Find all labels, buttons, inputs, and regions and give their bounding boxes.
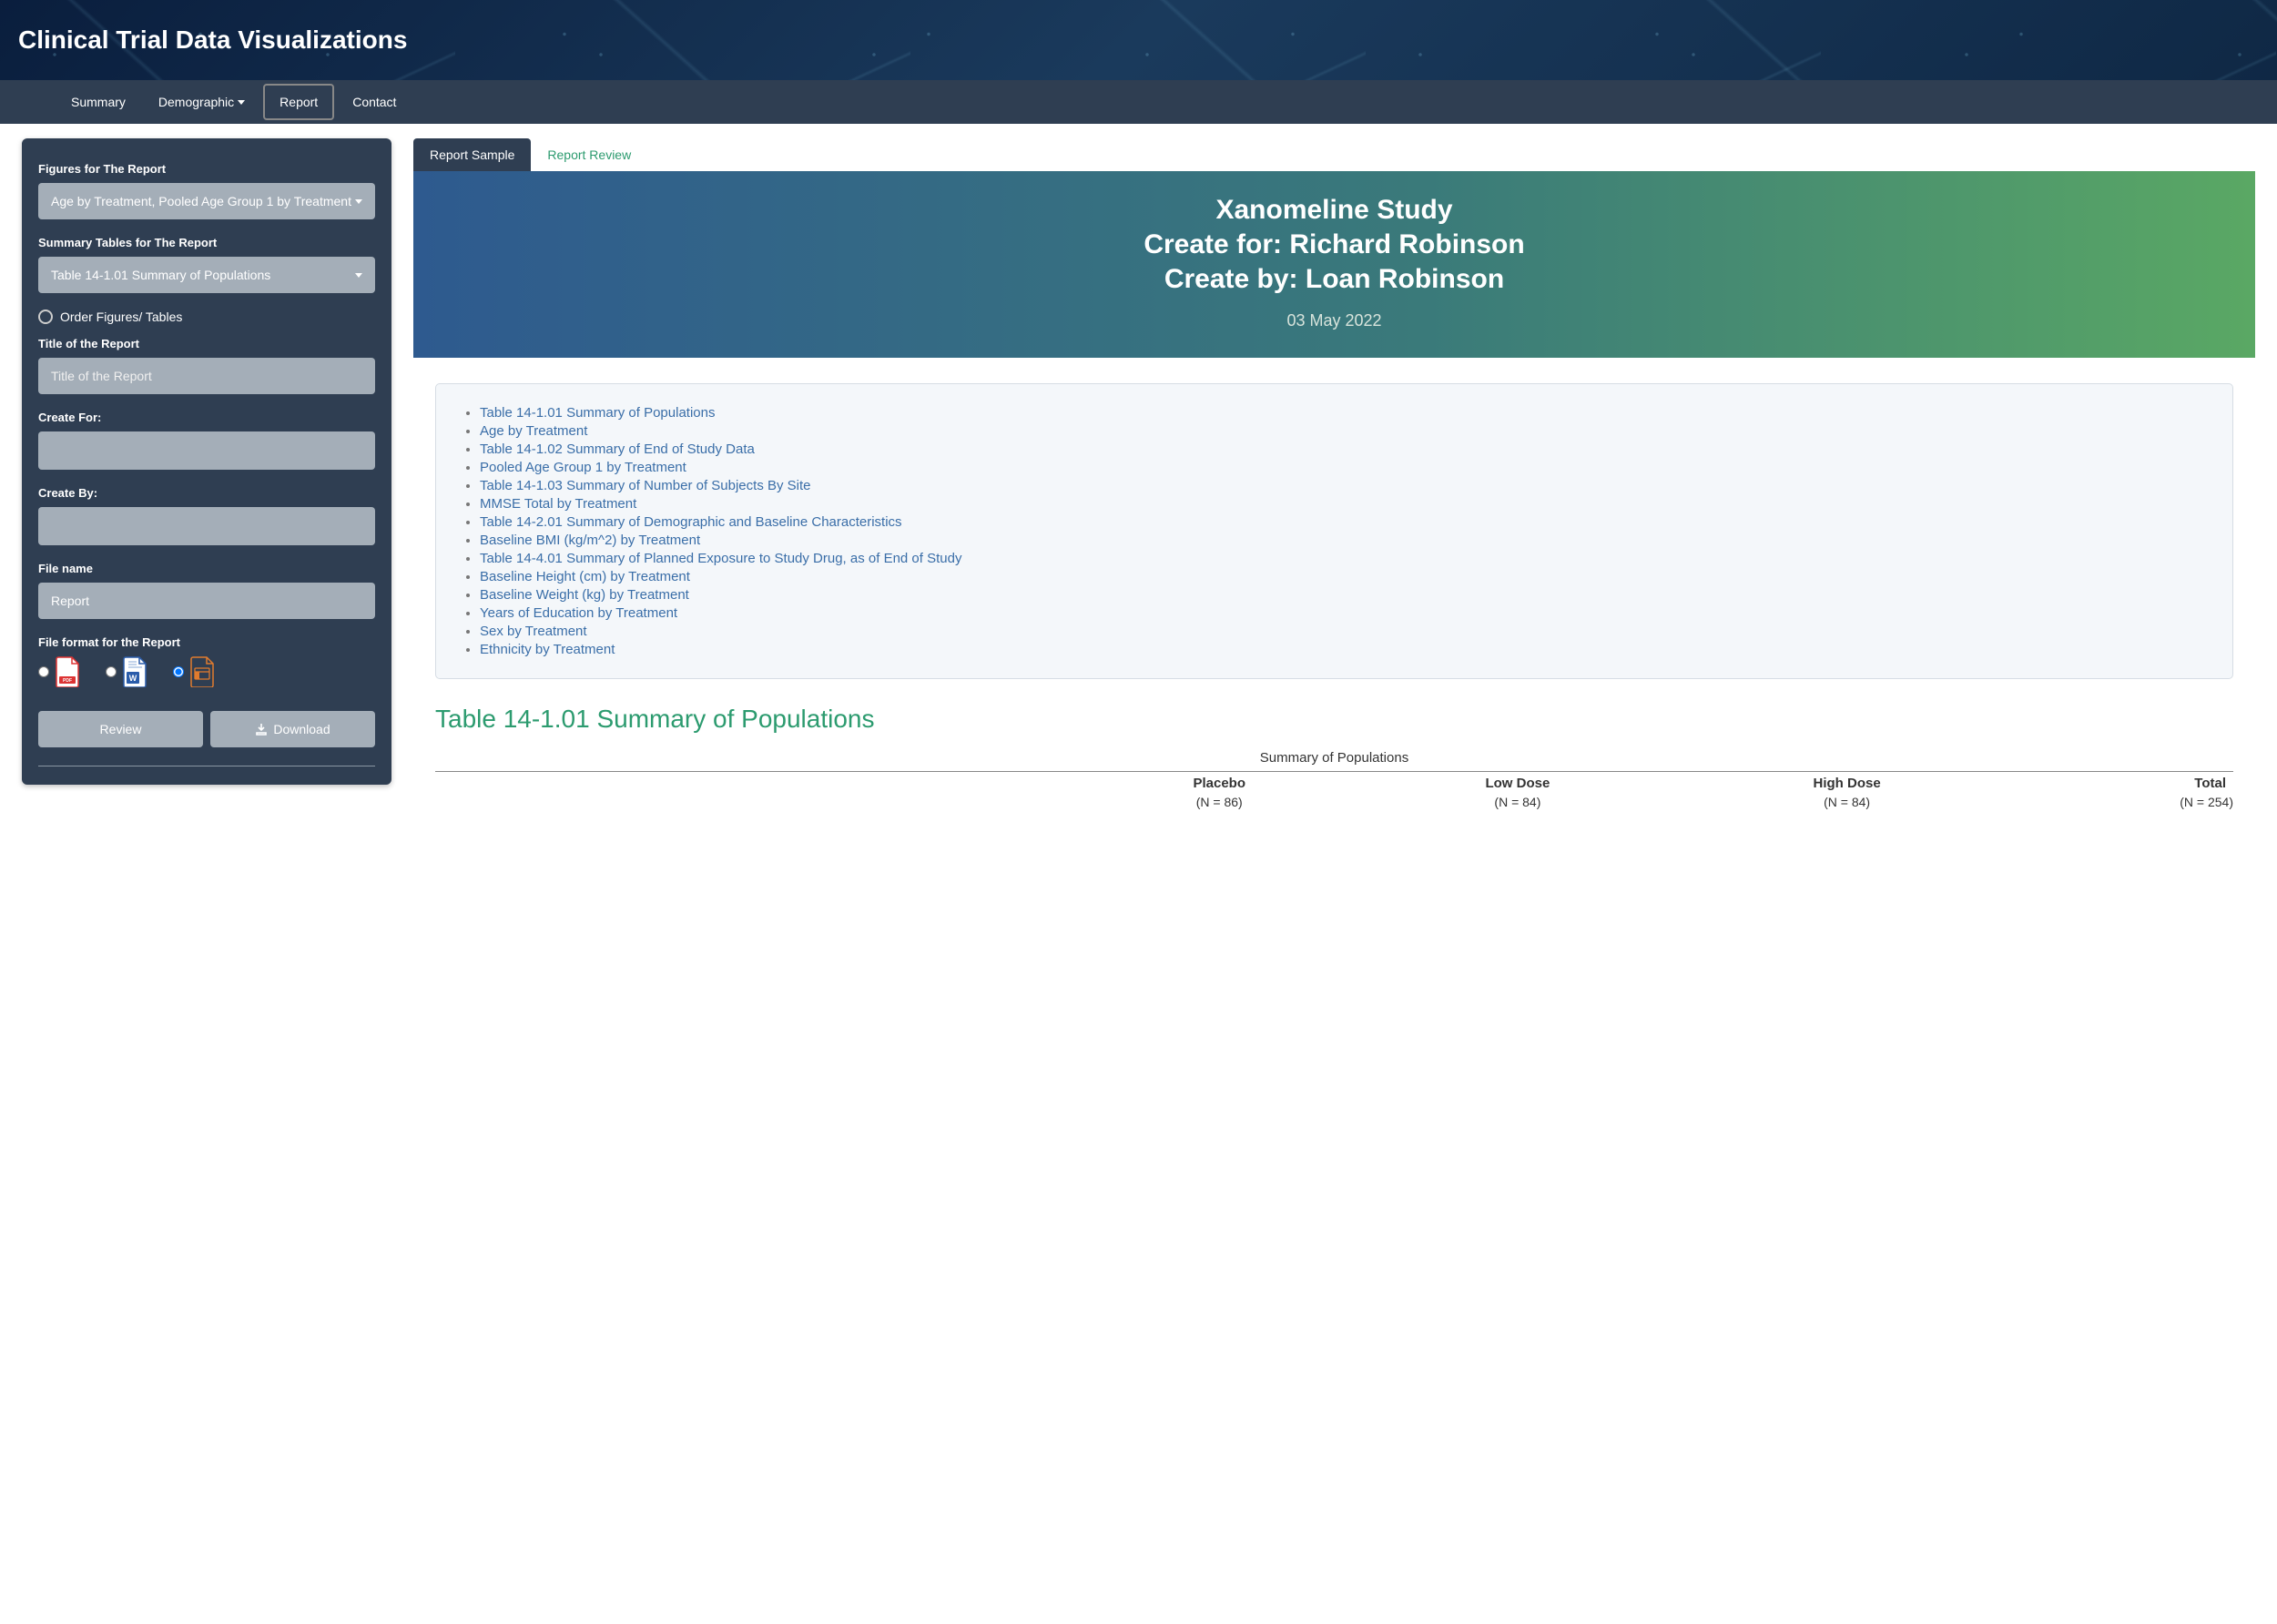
col-header: Placebo	[1083, 772, 1356, 796]
populations-table: Placebo Low Dose High Dose Total (N = 86…	[435, 771, 2233, 815]
summary-tables-select-value: Table 14-1.01 Summary of Populations	[51, 268, 270, 282]
toc-link[interactable]: Baseline BMI (kg/m^2) by Treatment	[480, 533, 700, 548]
word-file-icon: W	[122, 656, 147, 687]
filename-input[interactable]	[38, 583, 375, 619]
fileformat-word-radio[interactable]	[106, 666, 117, 677]
toc-link[interactable]: Table 14-4.01 Summary of Planned Exposur…	[480, 551, 961, 566]
nav-demographic-label: Demographic	[158, 95, 234, 109]
download-button[interactable]: Download	[210, 711, 375, 747]
caret-down-icon	[238, 100, 245, 105]
order-figures-label: Order Figures/ Tables	[60, 310, 182, 324]
radio-unchecked-icon	[38, 310, 53, 324]
report-title-banner: Xanomeline Study Create for: Richard Rob…	[413, 171, 2255, 358]
tab-report-review-label: Report Review	[547, 147, 631, 162]
toc-item: MMSE Total by Treatment	[480, 496, 2207, 512]
fileformat-html-radio[interactable]	[173, 666, 184, 677]
fileformat-label: File format for the Report	[38, 635, 375, 649]
svg-text:W: W	[129, 674, 137, 683]
report-date: 03 May 2022	[432, 311, 2237, 330]
report-content: Report Sample Report Review Xanomeline S…	[413, 138, 2255, 815]
create-by-label: Create By:	[38, 486, 375, 500]
toc-item: Pooled Age Group 1 by Treatment	[480, 460, 2207, 475]
caret-down-icon	[355, 273, 362, 278]
toc-link[interactable]: Pooled Age Group 1 by Treatment	[480, 460, 686, 475]
nav-summary[interactable]: Summary	[55, 80, 142, 124]
toc-item: Years of Education by Treatment	[480, 605, 2207, 621]
toc-item: Table 14-1.02 Summary of End of Study Da…	[480, 442, 2207, 457]
toc-item: Table 14-2.01 Summary of Demographic and…	[480, 514, 2207, 530]
report-tabs: Report Sample Report Review	[413, 138, 2255, 171]
tab-report-sample-label: Report Sample	[430, 147, 514, 162]
toc-item: Baseline Height (cm) by Treatment	[480, 569, 2207, 584]
app-header-banner: Clinical Trial Data Visualizations	[0, 0, 2277, 80]
toc-item: Table 14-1.01 Summary of Populations	[480, 405, 2207, 421]
toc-item: Age by Treatment	[480, 423, 2207, 439]
toc-item: Baseline Weight (kg) by Treatment	[480, 587, 2207, 603]
figures-select-value: Age by Treatment, Pooled Age Group 1 by …	[51, 194, 351, 208]
filename-label: File name	[38, 562, 375, 575]
toc-link[interactable]: Age by Treatment	[480, 423, 587, 439]
toc-link[interactable]: Table 14-1.03 Summary of Number of Subje…	[480, 478, 811, 493]
tab-report-review[interactable]: Report Review	[531, 138, 647, 171]
populations-table-wrap: Summary of Populations Placebo Low Dose …	[435, 750, 2233, 815]
toc-link[interactable]: Baseline Height (cm) by Treatment	[480, 569, 690, 584]
report-create-by: Create by: Loan Robinson	[432, 264, 2237, 295]
col-header: Total	[2015, 772, 2233, 796]
toc-link[interactable]: Sex by Treatment	[480, 624, 587, 639]
section-title: Table 14-1.01 Summary of Populations	[435, 705, 2233, 734]
toc-link[interactable]: Table 14-1.01 Summary of Populations	[480, 405, 715, 421]
report-create-for: Create for: Richard Robinson	[432, 229, 2237, 260]
title-input[interactable]	[38, 358, 375, 394]
col-subheader: (N = 84)	[1679, 795, 2015, 815]
svg-text:PDF: PDF	[63, 678, 72, 684]
toc-item: Table 14-1.03 Summary of Number of Subje…	[480, 478, 2207, 493]
html-file-icon	[189, 656, 215, 687]
review-button-label: Review	[100, 722, 142, 736]
app-title: Clinical Trial Data Visualizations	[18, 25, 2259, 55]
create-for-input[interactable]	[38, 431, 375, 470]
order-figures-toggle[interactable]: Order Figures/ Tables	[38, 310, 375, 324]
table-caption: Summary of Populations	[435, 750, 2233, 766]
report-study-title: Xanomeline Study	[432, 195, 2237, 226]
fileformat-pdf-radio[interactable]	[38, 666, 49, 677]
nav-report-label: Report	[280, 95, 318, 109]
table-of-contents: Table 14-1.01 Summary of Populations Age …	[435, 383, 2233, 679]
col-header: High Dose	[1679, 772, 2015, 796]
figures-select[interactable]: Age by Treatment, Pooled Age Group 1 by …	[38, 183, 375, 219]
create-by-input[interactable]	[38, 507, 375, 545]
col-header: Low Dose	[1356, 772, 1679, 796]
col-subheader: (N = 86)	[1083, 795, 1356, 815]
toc-link[interactable]: MMSE Total by Treatment	[480, 496, 636, 512]
toc-item: Table 14-4.01 Summary of Planned Exposur…	[480, 551, 2207, 566]
summary-tables-label: Summary Tables for The Report	[38, 236, 375, 249]
title-label: Title of the Report	[38, 337, 375, 350]
download-button-label: Download	[273, 722, 330, 736]
toc-link[interactable]: Baseline Weight (kg) by Treatment	[480, 587, 689, 603]
create-for-label: Create For:	[38, 411, 375, 424]
pdf-file-icon: PDF	[55, 656, 80, 687]
figures-label: Figures for The Report	[38, 162, 375, 176]
nav-contact[interactable]: Contact	[336, 80, 412, 124]
tab-report-sample[interactable]: Report Sample	[413, 138, 531, 171]
download-icon	[255, 723, 268, 736]
review-button[interactable]: Review	[38, 711, 203, 747]
col-subheader: (N = 254)	[2015, 795, 2233, 815]
nav-report[interactable]: Report	[263, 84, 334, 120]
toc-item: Ethnicity by Treatment	[480, 642, 2207, 657]
toc-link[interactable]: Years of Education by Treatment	[480, 605, 677, 621]
col-subheader: (N = 84)	[1356, 795, 1679, 815]
caret-down-icon	[355, 199, 362, 204]
toc-item: Sex by Treatment	[480, 624, 2207, 639]
nav-contact-label: Contact	[352, 95, 396, 109]
toc-item: Baseline BMI (kg/m^2) by Treatment	[480, 533, 2207, 548]
toc-link[interactable]: Ethnicity by Treatment	[480, 642, 615, 657]
nav-summary-label: Summary	[71, 95, 126, 109]
toc-link[interactable]: Table 14-1.02 Summary of End of Study Da…	[480, 442, 755, 457]
toc-link[interactable]: Table 14-2.01 Summary of Demographic and…	[480, 514, 902, 530]
nav-demographic[interactable]: Demographic	[142, 80, 261, 124]
main-navbar: Summary Demographic Report Contact	[0, 80, 2277, 124]
report-config-sidebar: Figures for The Report Age by Treatment,…	[22, 138, 391, 785]
summary-tables-select[interactable]: Table 14-1.01 Summary of Populations	[38, 257, 375, 293]
